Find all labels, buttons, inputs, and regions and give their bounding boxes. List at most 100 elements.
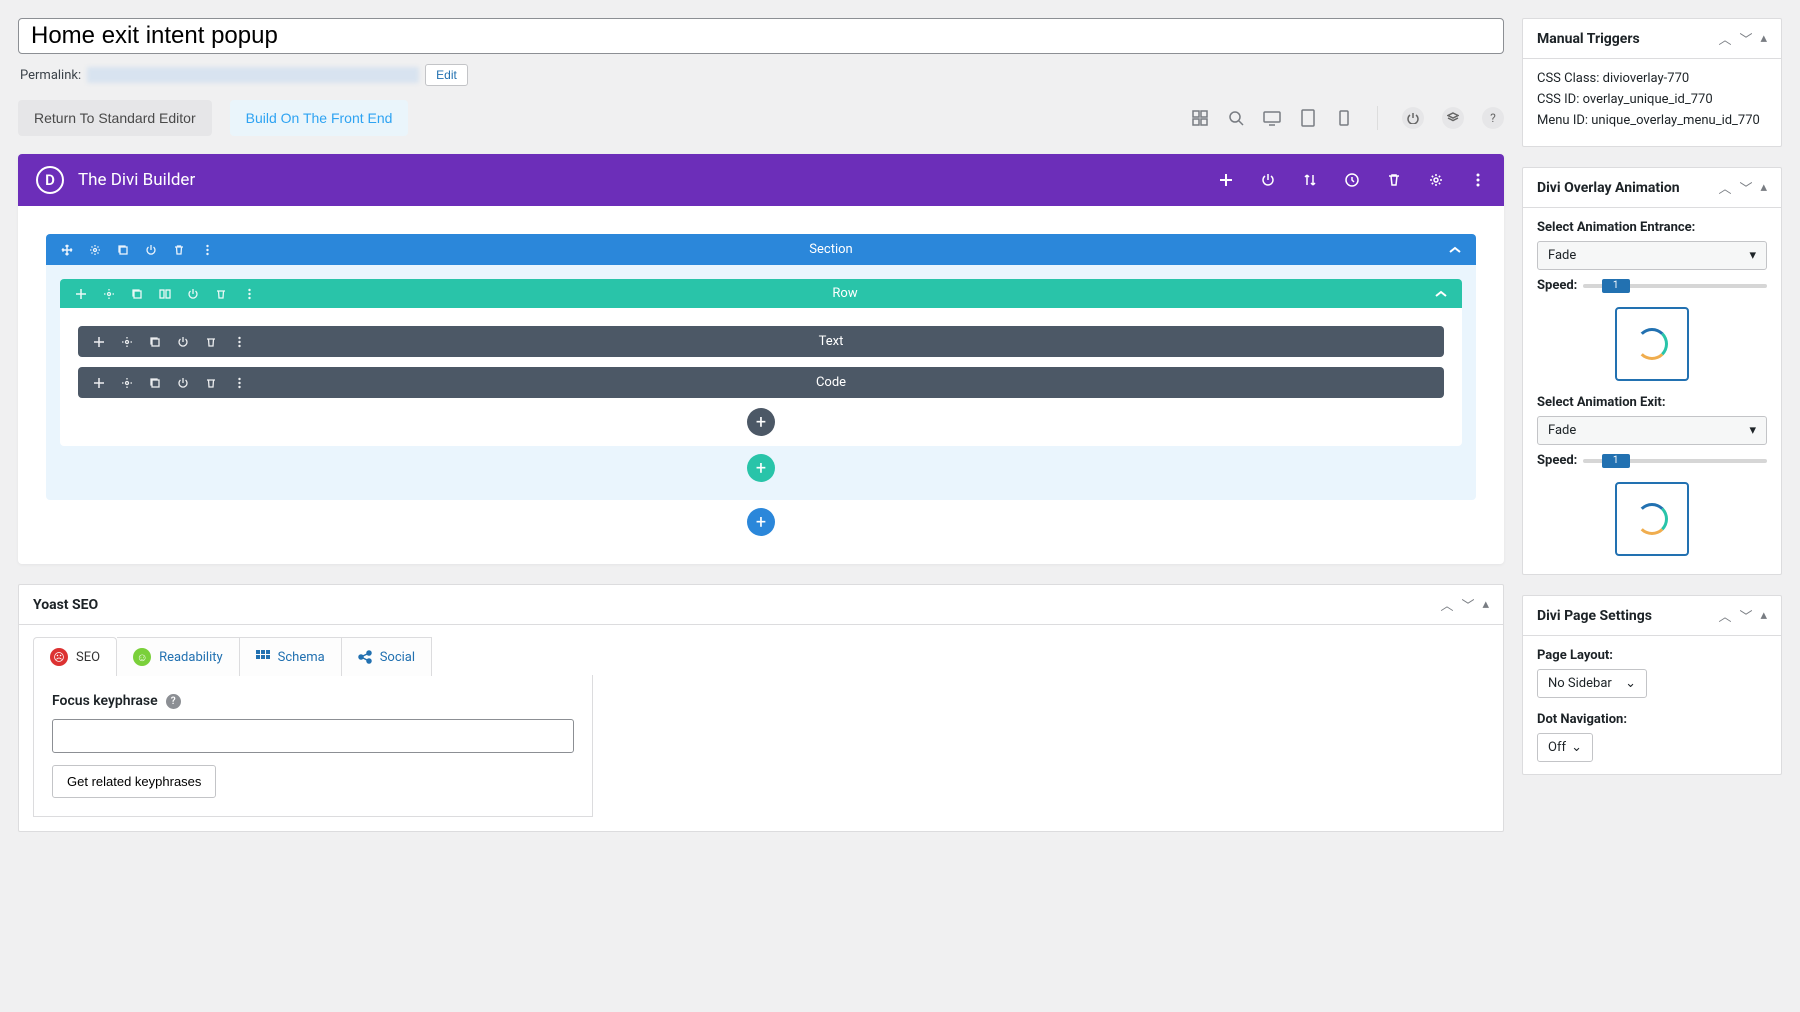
power-icon[interactable] xyxy=(144,243,158,257)
chevron-down-icon: ▾ xyxy=(1749,423,1756,438)
entrance-label: Select Animation Entrance: xyxy=(1537,220,1767,235)
tab-schema[interactable]: Schema xyxy=(240,637,342,676)
more-icon[interactable] xyxy=(232,335,246,349)
trigger-row: CSS Class: divioverlay-770 xyxy=(1537,71,1767,86)
chevron-down-icon[interactable]: ﹀ xyxy=(1461,595,1474,614)
power-icon[interactable] xyxy=(1260,172,1276,188)
post-title-input[interactable] xyxy=(18,18,1504,54)
code-module-bar[interactable]: Code xyxy=(78,367,1444,398)
happy-face-icon: ☺ xyxy=(133,648,151,666)
row-bar[interactable]: Row xyxy=(60,279,1462,308)
power-icon[interactable] xyxy=(186,287,200,301)
trash-icon[interactable] xyxy=(204,335,218,349)
select-value: Fade xyxy=(1548,423,1576,438)
mobile-view-icon[interactable] xyxy=(1335,109,1353,127)
focus-keyphrase-input[interactable] xyxy=(52,719,574,753)
trash-icon[interactable] xyxy=(172,243,186,257)
add-module-button[interactable]: + xyxy=(747,408,775,436)
chevron-down-icon: ⌄ xyxy=(1571,740,1582,755)
gear-icon[interactable] xyxy=(102,287,116,301)
chevron-up-icon[interactable]: ︿ xyxy=(1440,595,1453,614)
exit-speed-slider[interactable]: 1 xyxy=(1583,459,1767,463)
tab-label: SEO xyxy=(76,650,100,665)
power-icon[interactable] xyxy=(176,335,190,349)
more-icon[interactable] xyxy=(242,287,256,301)
move-icon[interactable] xyxy=(92,376,106,390)
chevron-down-icon[interactable]: ﹀ xyxy=(1739,178,1752,197)
move-icon[interactable] xyxy=(60,243,74,257)
focus-keyphrase-label: Focus keyphrase xyxy=(52,693,158,709)
wireframe-icon[interactable] xyxy=(1191,109,1209,127)
zoom-icon[interactable] xyxy=(1227,109,1245,127)
help-icon[interactable]: ? xyxy=(166,694,181,709)
tablet-view-icon[interactable] xyxy=(1299,109,1317,127)
more-icon[interactable] xyxy=(200,243,214,257)
edit-permalink-button[interactable]: Edit xyxy=(425,64,468,86)
desktop-view-icon[interactable] xyxy=(1263,109,1281,127)
exit-select[interactable]: Fade ▾ xyxy=(1537,416,1767,445)
history-icon[interactable] xyxy=(1344,172,1360,188)
triangle-up-icon[interactable]: ▴ xyxy=(1760,180,1767,195)
select-value: Fade xyxy=(1548,248,1576,263)
slider-handle[interactable]: 1 xyxy=(1602,279,1630,293)
permalink-label: Permalink: xyxy=(20,68,81,83)
text-module-bar[interactable]: Text xyxy=(78,326,1444,357)
chevron-down-icon[interactable]: ﹀ xyxy=(1739,606,1752,625)
gear-icon[interactable] xyxy=(88,243,102,257)
power-icon[interactable] xyxy=(1402,107,1424,129)
add-icon[interactable] xyxy=(1218,172,1234,188)
exit-label: Select Animation Exit: xyxy=(1537,395,1767,410)
chevron-up-icon[interactable]: ︿ xyxy=(1718,606,1731,625)
triangle-up-icon[interactable]: ▴ xyxy=(1482,597,1489,612)
duplicate-icon[interactable] xyxy=(130,287,144,301)
page-layout-label: Page Layout: xyxy=(1537,648,1767,663)
speed-label: Speed: xyxy=(1537,278,1577,293)
return-standard-editor-button[interactable]: Return To Standard Editor xyxy=(18,100,212,136)
move-icon[interactable] xyxy=(92,335,106,349)
add-row-button[interactable]: + xyxy=(747,454,775,482)
get-related-keyphrases-button[interactable]: Get related keyphrases xyxy=(52,765,216,798)
share-icon xyxy=(358,650,372,664)
more-icon[interactable] xyxy=(232,376,246,390)
duplicate-icon[interactable] xyxy=(116,243,130,257)
slider-handle[interactable]: 1 xyxy=(1602,454,1630,468)
chevron-up-icon[interactable]: ︿ xyxy=(1718,178,1731,197)
divider xyxy=(1377,106,1378,130)
dot-nav-label: Dot Navigation: xyxy=(1537,712,1767,727)
add-section-button[interactable]: + xyxy=(747,508,775,536)
tab-social[interactable]: Social xyxy=(342,637,432,676)
page-layout-select[interactable]: No Sidebar ⌄ xyxy=(1537,669,1647,698)
duplicate-icon[interactable] xyxy=(148,376,162,390)
power-icon[interactable] xyxy=(176,376,190,390)
spinner-icon xyxy=(1636,503,1668,535)
move-icon[interactable] xyxy=(74,287,88,301)
gear-icon[interactable] xyxy=(120,376,134,390)
entrance-speed-slider[interactable]: 1 xyxy=(1583,284,1767,288)
grid-icon xyxy=(256,650,270,664)
gear-icon[interactable] xyxy=(120,335,134,349)
tab-seo[interactable]: ☹ SEO xyxy=(33,637,117,676)
entrance-select[interactable]: Fade ▾ xyxy=(1537,241,1767,270)
sort-icon[interactable] xyxy=(1302,172,1318,188)
trash-icon[interactable] xyxy=(1386,172,1402,188)
build-frontend-button[interactable]: Build On The Front End xyxy=(230,100,409,136)
chevron-up-icon[interactable]: ︿ xyxy=(1718,29,1731,48)
columns-icon[interactable] xyxy=(158,287,172,301)
trash-icon[interactable] xyxy=(204,376,218,390)
duplicate-icon[interactable] xyxy=(148,335,162,349)
layers-icon[interactable] xyxy=(1442,107,1464,129)
trash-icon[interactable] xyxy=(214,287,228,301)
settings-gear-icon[interactable] xyxy=(1428,172,1444,188)
chevron-down-icon[interactable]: ﹀ xyxy=(1739,29,1752,48)
more-icon[interactable] xyxy=(1470,172,1486,188)
chevron-up-icon[interactable] xyxy=(1434,290,1448,298)
permalink-url xyxy=(87,67,419,83)
help-icon[interactable]: ? xyxy=(1482,107,1504,129)
triangle-up-icon[interactable]: ▴ xyxy=(1760,31,1767,46)
triangle-up-icon[interactable]: ▴ xyxy=(1760,608,1767,623)
tab-readability[interactable]: ☺ Readability xyxy=(117,637,240,676)
section-bar[interactable]: Section xyxy=(46,234,1476,265)
chevron-up-icon[interactable] xyxy=(1448,246,1462,254)
select-value: No Sidebar xyxy=(1548,676,1612,691)
dot-nav-select[interactable]: Off ⌄ xyxy=(1537,733,1593,762)
